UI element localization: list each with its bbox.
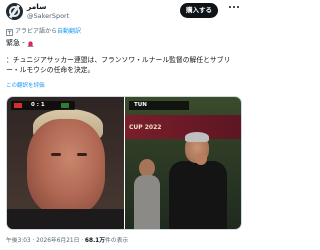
translation-notice: アラビア語から自動翻訳 (6, 28, 81, 36)
views-count: 68.1万 (84, 238, 106, 244)
translate-prefix: アラビア語から (15, 28, 58, 35)
post-date[interactable]: 2026年6月21日 (36, 238, 79, 244)
scoreboard-overlay-right: TUN (129, 101, 189, 110)
more-dots-icon[interactable] (229, 6, 243, 14)
photo-left[interactable]: 0 : 1 (7, 97, 124, 229)
post-meta: 午後3:03 · 2026年6月21日 · 68.1万件の表示 (6, 238, 129, 244)
coach-figure (169, 161, 227, 229)
person-face (27, 119, 105, 215)
scoreboard-overlay: 0 : 1 (11, 101, 75, 110)
siren-icon (27, 41, 34, 47)
scoreboard-team: TUN (134, 102, 147, 108)
urgent-label: 緊急 - (6, 39, 34, 48)
urgent-text: 緊急 - (6, 39, 25, 47)
stadium-banner: CUP 2022 (125, 115, 241, 139)
scoreboard-score: 0 : 1 (31, 102, 45, 108)
post-header: سامر @SakerSport 購入する (0, 0, 250, 24)
auto-translate-link[interactable]: 自動翻訳 (57, 28, 81, 35)
post-time[interactable]: 午後3:03 (6, 238, 31, 244)
rate-translation-link[interactable]: この翻訳を評価 (6, 83, 45, 90)
rate-translation-text[interactable]: この翻訳を評価 (6, 83, 45, 89)
views-label: 件の表示 (105, 238, 129, 244)
author-name[interactable]: سامر (27, 2, 47, 11)
media-grid[interactable]: 0 : 1 CUP 2022 TUN (6, 96, 242, 230)
subscribe-button[interactable]: 購入する (180, 3, 218, 18)
author-handle[interactable]: @SakerSport (27, 12, 69, 20)
avatar[interactable] (6, 3, 23, 20)
translate-icon (6, 28, 13, 36)
post-body: ：チュニジアサッカー連盟は、フランソワ・ルナール監督の解任とサブリー・ルモウシの… (6, 56, 231, 74)
banner-text: CUP 2022 (129, 124, 162, 131)
